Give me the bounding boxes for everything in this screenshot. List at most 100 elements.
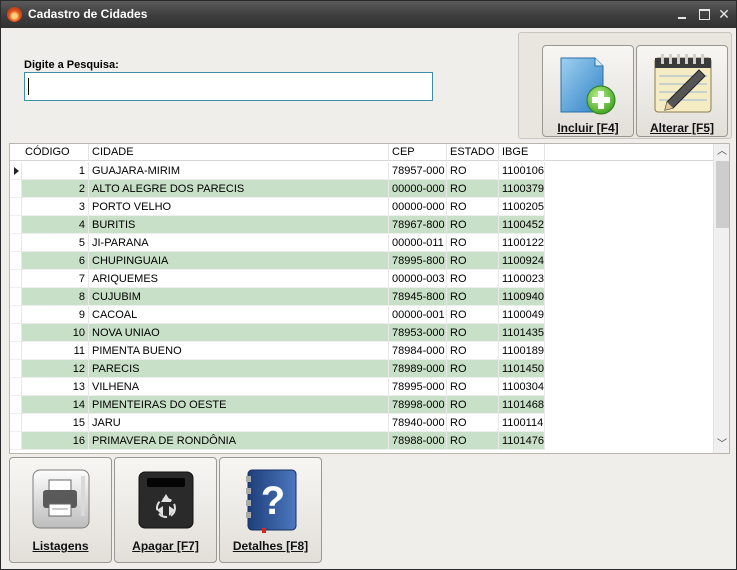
cell-ibge[interactable]: 1100379 (499, 180, 545, 198)
scroll-up-button[interactable]: ︿ (714, 144, 729, 160)
incluir-button[interactable]: Incluir [F4] (542, 45, 634, 137)
cell-codigo[interactable]: 16 (22, 432, 89, 450)
row-indicator[interactable] (10, 396, 22, 414)
cell-cep[interactable]: 78998-000 (389, 396, 447, 414)
cell-ibge[interactable]: 1101435 (499, 324, 545, 342)
cell-estado[interactable]: RO (447, 198, 499, 216)
cell-estado[interactable]: RO (447, 324, 499, 342)
cell-cep[interactable]: 78953-000 (389, 324, 447, 342)
table-row[interactable]: 12 PARECIS 78989-000 RO 1101450 (10, 360, 545, 378)
cell-cidade[interactable]: PIMENTEIRAS DO OESTE (89, 396, 389, 414)
close-button[interactable]: ✕ (715, 5, 733, 23)
scroll-down-button[interactable]: ﹀ (714, 437, 729, 453)
row-indicator[interactable] (10, 360, 22, 378)
cell-codigo[interactable]: 7 (22, 270, 89, 288)
cell-cep[interactable]: 78945-800 (389, 288, 447, 306)
cell-ibge[interactable]: 1100114 (499, 414, 545, 432)
cell-ibge[interactable]: 1101450 (499, 360, 545, 378)
cell-cep[interactable]: 78967-800 (389, 216, 447, 234)
table-row[interactable]: 5 JI-PARANA 00000-011 RO 1100122 (10, 234, 545, 252)
row-indicator[interactable] (10, 288, 22, 306)
row-indicator[interactable] (10, 414, 22, 432)
table-row[interactable]: 14 PIMENTEIRAS DO OESTE 78998-000 RO 1101468 (10, 396, 545, 414)
cell-estado[interactable]: RO (447, 360, 499, 378)
cell-estado[interactable]: RO (447, 288, 499, 306)
cities-grid[interactable]: CÓDIGO CIDADE CEP ESTADO IBGE 1 GUAJARA-M… (9, 143, 730, 454)
maximize-button[interactable] (695, 5, 713, 23)
cell-estado[interactable]: RO (447, 216, 499, 234)
cell-ibge[interactable]: 1100023 (499, 270, 545, 288)
cell-codigo[interactable]: 9 (22, 306, 89, 324)
search-input[interactable] (24, 72, 433, 101)
cell-ibge[interactable]: 1101468 (499, 396, 545, 414)
row-indicator[interactable] (10, 216, 22, 234)
cell-cep[interactable]: 00000-000 (389, 180, 447, 198)
cell-ibge[interactable]: 1100122 (499, 234, 545, 252)
cell-codigo[interactable]: 10 (22, 324, 89, 342)
minimize-button[interactable] (673, 5, 691, 23)
cell-codigo[interactable]: 14 (22, 396, 89, 414)
cell-cidade[interactable]: JI-PARANA (89, 234, 389, 252)
table-row[interactable]: 4 BURITIS 78967-800 RO 1100452 (10, 216, 545, 234)
cell-cep[interactable]: 00000-003 (389, 270, 447, 288)
row-indicator[interactable] (10, 306, 22, 324)
cell-cep[interactable]: 00000-011 (389, 234, 447, 252)
cell-estado[interactable]: RO (447, 252, 499, 270)
cell-estado[interactable]: RO (447, 162, 499, 180)
cell-ibge[interactable]: 1100106 (499, 162, 545, 180)
cell-cep[interactable]: 78988-000 (389, 432, 447, 450)
cell-codigo[interactable]: 11 (22, 342, 89, 360)
cell-codigo[interactable]: 6 (22, 252, 89, 270)
cell-estado[interactable]: RO (447, 180, 499, 198)
row-indicator[interactable] (10, 378, 22, 396)
row-indicator[interactable] (10, 252, 22, 270)
listagens-button[interactable]: Listagens (9, 457, 112, 563)
scroll-thumb[interactable] (716, 161, 729, 228)
table-row[interactable]: 1 GUAJARA-MIRIM 78957-000 RO 1100106 (10, 162, 545, 180)
col-cidade[interactable]: CIDADE (89, 144, 389, 161)
cell-cidade[interactable]: CHUPINGUAIA (89, 252, 389, 270)
row-indicator[interactable] (10, 198, 22, 216)
cell-cep[interactable]: 00000-001 (389, 306, 447, 324)
detalhes-button[interactable]: ? Detalhes [F8] (219, 457, 322, 563)
row-indicator[interactable] (10, 324, 22, 342)
alterar-button[interactable]: Alterar [F5] (636, 45, 728, 137)
table-row[interactable]: 11 PIMENTA BUENO 78984-000 RO 1100189 (10, 342, 545, 360)
cell-cidade[interactable]: CACOAL (89, 306, 389, 324)
cell-ibge[interactable]: 1100304 (499, 378, 545, 396)
cell-estado[interactable]: RO (447, 432, 499, 450)
title-bar[interactable]: Cadastro de Cidades ✕ (1, 1, 736, 28)
cell-codigo[interactable]: 15 (22, 414, 89, 432)
col-codigo[interactable]: CÓDIGO (22, 144, 89, 161)
cell-cidade[interactable]: VILHENA (89, 378, 389, 396)
cell-cidade[interactable]: PIMENTA BUENO (89, 342, 389, 360)
cell-ibge[interactable]: 1100924 (499, 252, 545, 270)
table-row[interactable]: 9 CACOAL 00000-001 RO 1100049 (10, 306, 545, 324)
cell-estado[interactable]: RO (447, 306, 499, 324)
cell-cidade[interactable]: ALTO ALEGRE DOS PARECIS (89, 180, 389, 198)
row-indicator[interactable] (10, 270, 22, 288)
cell-cep[interactable]: 78984-000 (389, 342, 447, 360)
table-row[interactable]: 10 NOVA UNIAO 78953-000 RO 1101435 (10, 324, 545, 342)
cell-ibge[interactable]: 1100049 (499, 306, 545, 324)
col-ibge[interactable]: IBGE (499, 144, 545, 161)
cell-estado[interactable]: RO (447, 270, 499, 288)
cell-codigo[interactable]: 1 (22, 162, 89, 180)
row-indicator[interactable] (10, 234, 22, 252)
cell-cidade[interactable]: GUAJARA-MIRIM (89, 162, 389, 180)
cell-ibge[interactable]: 1101476 (499, 432, 545, 450)
table-row[interactable]: 2 ALTO ALEGRE DOS PARECIS 00000-000 RO 11003… (10, 180, 545, 198)
cell-estado[interactable]: RO (447, 234, 499, 252)
table-row[interactable]: 13 VILHENA 78995-000 RO 1100304 (10, 378, 545, 396)
cell-codigo[interactable]: 12 (22, 360, 89, 378)
table-row[interactable]: 3 PORTO VELHO 00000-000 RO 1100205 (10, 198, 545, 216)
cell-codigo[interactable]: 13 (22, 378, 89, 396)
cell-codigo[interactable]: 8 (22, 288, 89, 306)
cell-estado[interactable]: RO (447, 414, 499, 432)
table-row[interactable]: 15 JARU 78940-000 RO 1100114 (10, 414, 545, 432)
col-estado[interactable]: ESTADO (447, 144, 499, 161)
table-row[interactable]: 7 ARIQUEMES 00000-003 RO 1100023 (10, 270, 545, 288)
cell-cidade[interactable]: JARU (89, 414, 389, 432)
cell-cidade[interactable]: PRIMAVERA DE RONDÔNIA (89, 432, 389, 450)
cell-codigo[interactable]: 4 (22, 216, 89, 234)
